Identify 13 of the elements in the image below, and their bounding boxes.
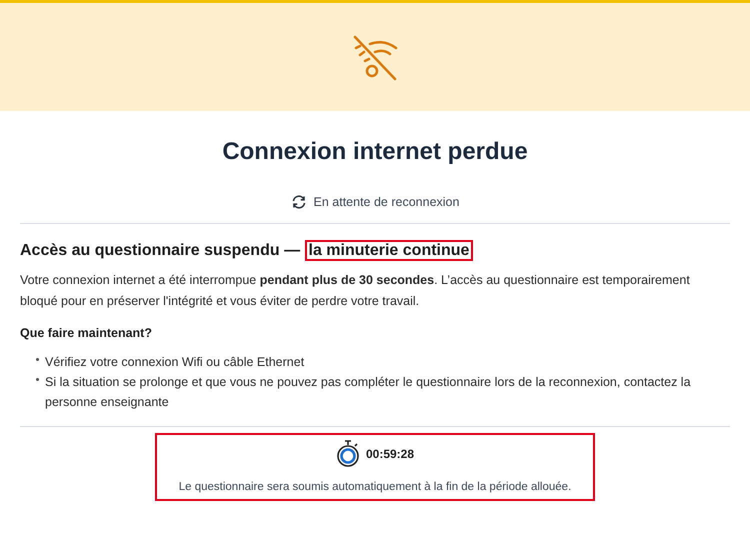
timer-note: Le questionnaire sera soumis automatiquement à la fin de la période allouée. <box>178 481 572 493</box>
status-text: En attente de reconnexion <box>314 195 460 209</box>
refresh-icon <box>290 195 307 209</box>
page-title: Connexion internet perdue <box>221 137 529 167</box>
notice-paragraph: Votre connexion internet a été interrompue pendant plus de 30 secondes. L’accès au questionnaire est temporairement bloqué pour en préserver l'intégrité et vous éviter de perdre votre travail. <box>20 272 691 310</box>
step-text: Vérifiez votre connexion Wifi ou câble Ethernet <box>45 354 304 371</box>
steps-heading: Que faire maintenant? <box>20 326 153 340</box>
section-heading: Accès au questionnaire suspendu — la minuterie continue <box>20 240 730 262</box>
bullet-icon <box>36 358 39 361</box>
step-text: Si la situation se prolonge et que vous ne pouvez pas compléter le questionnaire lors de la reconnexion, contactez la personne enseignante <box>45 374 692 411</box>
timer-text: 00:59:28 <box>366 447 414 461</box>
stopwatch-icon <box>336 439 360 469</box>
bullet-icon <box>36 378 39 381</box>
